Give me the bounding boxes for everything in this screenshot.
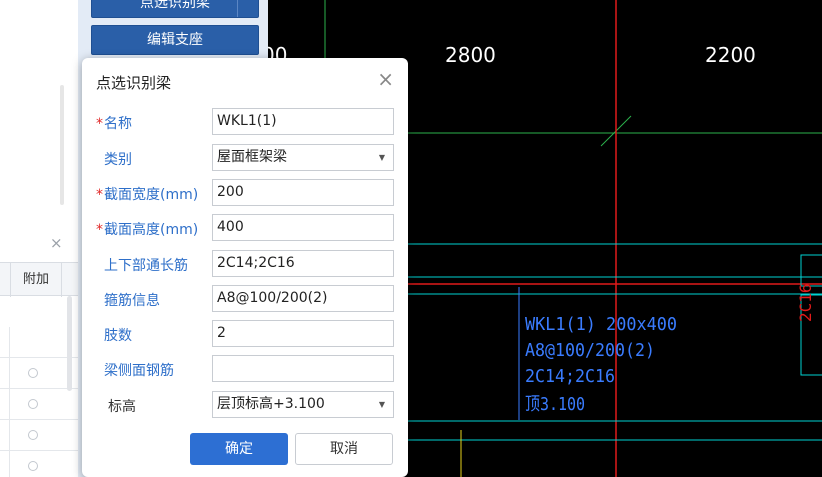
field-legs-row: 肢数 2 [82, 320, 408, 348]
field-label: *截面宽度(mm) [96, 184, 198, 204]
chevron-down-icon: ▼ [378, 400, 385, 409]
category-label: 类别 [104, 152, 132, 168]
stirrup-input[interactable]: A8@100/200(2) [212, 285, 394, 312]
field-name-row: *名称 WKL1(1) [82, 108, 408, 136]
section-width-input[interactable]: 200 [212, 179, 394, 206]
table-header-row: 附加 [0, 262, 78, 297]
elevation-select[interactable]: 层顶标高+3.100 ▼ [212, 391, 394, 418]
side-bar-input[interactable] [212, 355, 394, 382]
table-scrollbar[interactable] [67, 296, 72, 391]
category-value: 屋面框架梁 [217, 149, 287, 165]
beam-annotation-line: WKL1(1) 200x400 [525, 314, 677, 335]
field-label: *名称 [96, 113, 132, 133]
row-radio[interactable] [28, 461, 38, 471]
point-recognize-beam-dialog: 点选识别梁 × *名称 WKL1(1) 类别 屋面框架梁 ▼ *截面宽度(mm)… [82, 58, 408, 477]
beam-annotation-line: 2C14;2C16 [525, 366, 615, 387]
field-category-row: 类别 屋面框架梁 ▼ [82, 144, 408, 172]
edit-support-button[interactable]: 编辑支座 [91, 25, 259, 55]
elevation-value: 层顶标高+3.100 [217, 396, 325, 412]
table-cell [0, 389, 10, 420]
category-select[interactable]: 屋面框架梁 ▼ [212, 144, 394, 171]
cancel-button[interactable]: 取消 [295, 433, 393, 465]
field-height-row: *截面高度(mm) 400 [82, 214, 408, 242]
table-row[interactable] [0, 389, 78, 420]
required-mark: * [96, 187, 103, 203]
elevation-label: 标高 [108, 399, 136, 415]
height-label: 截面高度(mm) [104, 222, 199, 238]
column-header-additional[interactable]: 附加 [10, 263, 62, 297]
point-recognize-beam-button[interactable]: 点选识别梁 [91, 0, 259, 18]
point-recognize-beam-label: 点选识别梁 [140, 0, 210, 11]
width-label: 截面宽度(mm) [104, 187, 199, 203]
through-bar-label: 上下部通长筋 [104, 258, 188, 274]
beam-annotation-line: 顶3.100 [525, 394, 585, 415]
side-bar-label: 梁侧面钢筋 [104, 363, 174, 379]
name-label: 名称 [104, 116, 132, 132]
name-input[interactable]: WKL1(1) [212, 108, 394, 135]
table-row[interactable] [0, 420, 78, 451]
section-height-input[interactable]: 400 [212, 214, 394, 241]
table-cell [0, 420, 10, 451]
field-width-row: *截面宽度(mm) 200 [82, 179, 408, 207]
table-cell [0, 451, 10, 477]
field-label: *截面高度(mm) [96, 219, 198, 239]
close-icon[interactable]: × [377, 68, 394, 90]
dimension-text: 2200 [705, 43, 756, 67]
legs-label: 肢数 [104, 328, 132, 344]
legs-input[interactable]: 2 [212, 320, 394, 347]
chevron-down-icon: ▼ [378, 153, 385, 162]
panel-close-icon[interactable]: × [50, 234, 63, 252]
stirrup-label: 箍筋信息 [104, 293, 160, 309]
through-bar-input[interactable]: 2C14;2C16 [212, 250, 394, 277]
vertical-rebar-text: 2C16 [796, 283, 815, 322]
required-mark: * [96, 116, 103, 132]
row-radio[interactable] [28, 430, 38, 440]
beam-annotation-line: A8@100/200(2) [525, 340, 655, 361]
confirm-button[interactable]: 确定 [190, 433, 288, 465]
row-radio[interactable] [28, 368, 38, 378]
field-through-bar-row: 上下部通长筋 2C14;2C16 [82, 250, 408, 278]
column-outline [800, 254, 822, 287]
required-mark: * [96, 222, 103, 238]
row-radio[interactable] [28, 399, 38, 409]
field-stirrup-row: 箍筋信息 A8@100/200(2) [82, 285, 408, 313]
dialog-title: 点选识别梁 [96, 74, 172, 92]
left-panel: × 附加 [0, 0, 78, 477]
dimension-text: 2800 [445, 43, 496, 67]
button-divider [237, 0, 238, 17]
field-side-bar-row: 梁侧面钢筋 [82, 355, 408, 383]
table-row[interactable] [0, 451, 78, 477]
field-elevation-row: 标高 层顶标高+3.100 ▼ [82, 391, 408, 419]
left-scrollbar[interactable] [60, 85, 64, 205]
table-cell [0, 327, 10, 358]
table-cell [0, 358, 10, 389]
